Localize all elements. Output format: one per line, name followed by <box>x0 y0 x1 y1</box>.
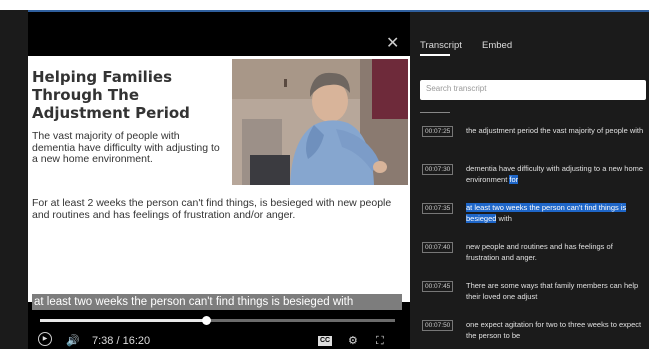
progress-bar[interactable] <box>40 316 395 325</box>
slide-photo <box>232 59 408 185</box>
video-player[interactable]: Helping Families Through The Adjustment … <box>28 12 410 349</box>
close-icon[interactable]: ✕ <box>386 36 399 52</box>
search-input[interactable]: Search transcript <box>420 80 646 100</box>
settings-icon[interactable]: ⚙ <box>348 334 358 348</box>
time-separator: / <box>113 335 123 347</box>
current-time: 7:38 <box>92 335 114 347</box>
duration: 16:20 <box>122 335 151 347</box>
entry-text-pre: dementia have difficulty with adjusting … <box>466 164 644 184</box>
highlighted-text: for <box>509 175 519 184</box>
entry-text: dementia have difficulty with adjusting … <box>466 163 644 185</box>
closed-caption: at least two weeks the person can't find… <box>32 294 402 310</box>
progress-thumb[interactable] <box>201 316 211 325</box>
tab-transcript[interactable]: Transcript <box>420 40 462 51</box>
play-icon[interactable]: ▶ <box>38 332 52 346</box>
entry-text: new people and routines and has feelings… <box>466 242 613 262</box>
timestamp[interactable]: 00:07:40 <box>422 242 454 253</box>
entry-text-post: with <box>496 214 512 223</box>
slide-paragraph-1: The vast majority of people with dementi… <box>32 130 220 165</box>
timestamp[interactable]: 00:07:45 <box>422 281 454 292</box>
slide-paragraph-2: For at least 2 weeks the person can't fi… <box>32 197 392 221</box>
entry-text: one expect agitation for two to three we… <box>466 320 642 340</box>
timestamp[interactable]: 00:07:30 <box>422 164 454 175</box>
timestamp[interactable]: 00:07:35 <box>422 203 454 214</box>
divider <box>420 112 450 113</box>
tab-embed[interactable]: Embed <box>482 40 512 51</box>
captions-icon[interactable]: CC <box>318 336 333 346</box>
volume-icon[interactable]: 🔊 <box>66 334 80 348</box>
progress-fill <box>40 319 206 322</box>
slide-frame: Helping Families Through The Adjustment … <box>28 56 410 302</box>
transcript-panel: Transcript Embed Search transcript 00:07… <box>410 12 649 349</box>
browser-top-strip <box>0 0 649 10</box>
fullscreen-icon[interactable]: ⛶ <box>376 334 384 348</box>
video-window: Helping Families Through The Adjustment … <box>28 10 649 349</box>
slide-title: Helping Families Through The Adjustment … <box>32 68 190 122</box>
entry-text: There are some ways that family members … <box>466 281 639 301</box>
timestamp[interactable]: 00:07:50 <box>422 320 454 331</box>
search-placeholder: Search transcript <box>426 84 487 93</box>
entry-text: at least two weeks the person can't find… <box>466 202 644 224</box>
timestamp[interactable]: 00:07:25 <box>422 126 454 137</box>
active-tab-indicator <box>420 54 450 56</box>
entry-text: the adjustment period the vast majority … <box>466 126 644 135</box>
highlighted-text: at least two weeks the person can't find… <box>466 203 627 223</box>
time-display: 7:38 / 16:20 <box>92 334 150 348</box>
